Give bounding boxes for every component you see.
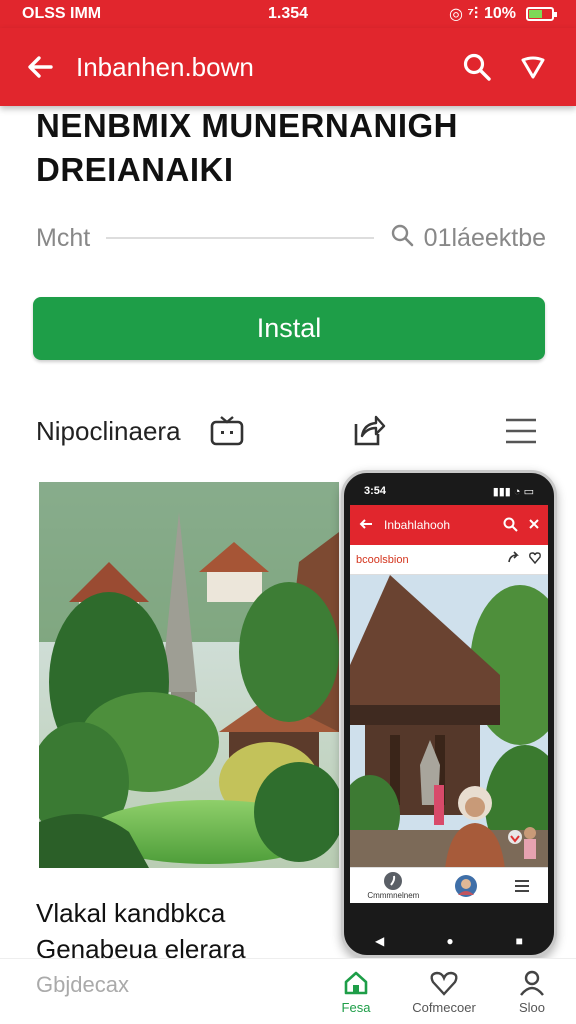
status-carrier: OLSS IMM: [22, 5, 102, 22]
divider: [106, 237, 374, 239]
search-icon[interactable]: [502, 516, 518, 535]
meta-left-label: Mcht: [36, 223, 91, 252]
nav-item-profile[interactable]: Sloo: [488, 969, 576, 1015]
phone-status-time: 3:54: [364, 485, 387, 497]
home-circle-icon[interactable]: ●: [446, 934, 453, 948]
phone-status-icons: ▮▮▮ ◔ ▭: [492, 485, 534, 498]
arrow-left-icon[interactable]: [20, 47, 60, 87]
bottom-nav: Gbjdecax Fesa Cofmecoer Sloo: [0, 958, 576, 1024]
share-icon[interactable]: [348, 410, 390, 452]
recents-square-icon[interactable]: ■: [516, 934, 523, 948]
nav-label-profile: Sloo: [518, 999, 546, 1015]
phone-bottom-nav: Cmmmnelnem: [350, 867, 548, 903]
temple-garden-image[interactable]: [39, 482, 339, 868]
battery-icon: [526, 7, 557, 21]
phone-app-title: Inbahlahooh: [384, 518, 451, 532]
chevron-down-icon[interactable]: [510, 44, 556, 90]
caption-line1: Vlakal kandbkca: [36, 898, 226, 928]
phone-screen: Inbahlahooh bcoolsbion Cmmmnelnem: [350, 505, 548, 903]
phone-subheader: bcoolsbion: [350, 545, 548, 575]
nav-label-favorites: Cofmecoer: [412, 999, 476, 1015]
nav-item-favorites[interactable]: Cofmecoer: [400, 969, 488, 1015]
image-caption: Vlakal kandbkca Genabeua elerara: [36, 895, 336, 967]
install-button[interactable]: Instal: [33, 297, 545, 360]
phone-content-image[interactable]: [350, 575, 548, 869]
search-icon[interactable]: [454, 44, 500, 90]
phone-nav-avatar[interactable]: [454, 874, 478, 898]
hamburger-icon[interactable]: [500, 410, 542, 452]
meta-row: Mcht 01láeektbe: [36, 218, 546, 258]
bottom-hint: Gbjdecax: [36, 971, 129, 997]
back-triangle-icon[interactable]: ◀: [375, 934, 384, 948]
phone-mockup: 3:54 ▮▮▮ ◔ ▭ Inbahlahooh bcoolsbion Cmmm…: [341, 470, 557, 958]
profile-icon: [518, 969, 546, 1000]
section-row: Nipoclinaera: [36, 405, 542, 457]
phone-subtitle: bcoolsbion: [356, 553, 409, 566]
section-label: Nipoclinaera: [36, 415, 181, 446]
status-bar: OLSS IMM 1.354 ◎ ⁷⫶ 10%: [0, 0, 576, 28]
status-icons: ◎ ⁷⫶ 10%: [448, 4, 557, 24]
tv-icon[interactable]: [206, 410, 248, 452]
heart-icon[interactable]: [528, 551, 542, 568]
phone-system-nav: ◀ ● ■: [344, 927, 554, 955]
heart-icon: [429, 969, 459, 1000]
nav-label-home: Fesa: [341, 999, 371, 1015]
phone-nav-label: Cmmmnelnem: [367, 891, 420, 900]
battery-percent: 10%: [483, 5, 516, 22]
app-bar: Inbanhen.bown: [0, 28, 576, 106]
search-icon: [390, 223, 414, 254]
page-title-line1: NENBMIX MUNERNANIGH: [36, 107, 458, 144]
meta-right-label: 01láeektbe: [423, 223, 546, 252]
nav-item-home[interactable]: Fesa: [312, 969, 400, 1015]
wifi-icon: ◎ ⁷⫶: [448, 6, 478, 23]
arrow-left-icon[interactable]: [358, 516, 374, 535]
phone-nav-item[interactable]: Cmmmnelnem: [367, 871, 419, 900]
home-icon: [342, 969, 370, 1000]
phone-app-bar: Inbahlahooh: [350, 505, 548, 545]
page-title-line2: DREIANAIKI: [36, 151, 234, 188]
meta-search[interactable]: 01láeektbe: [390, 223, 546, 254]
share-icon[interactable]: [506, 551, 520, 568]
app-title: Inbanhen.bown: [76, 51, 254, 82]
close-icon[interactable]: [528, 518, 540, 533]
page-title: NENBMIX MUNERNANIGH DREIANAIKI: [36, 104, 556, 192]
phone-status-bar: 3:54 ▮▮▮ ◔ ▭: [344, 473, 554, 509]
hamburger-icon[interactable]: [513, 878, 531, 894]
